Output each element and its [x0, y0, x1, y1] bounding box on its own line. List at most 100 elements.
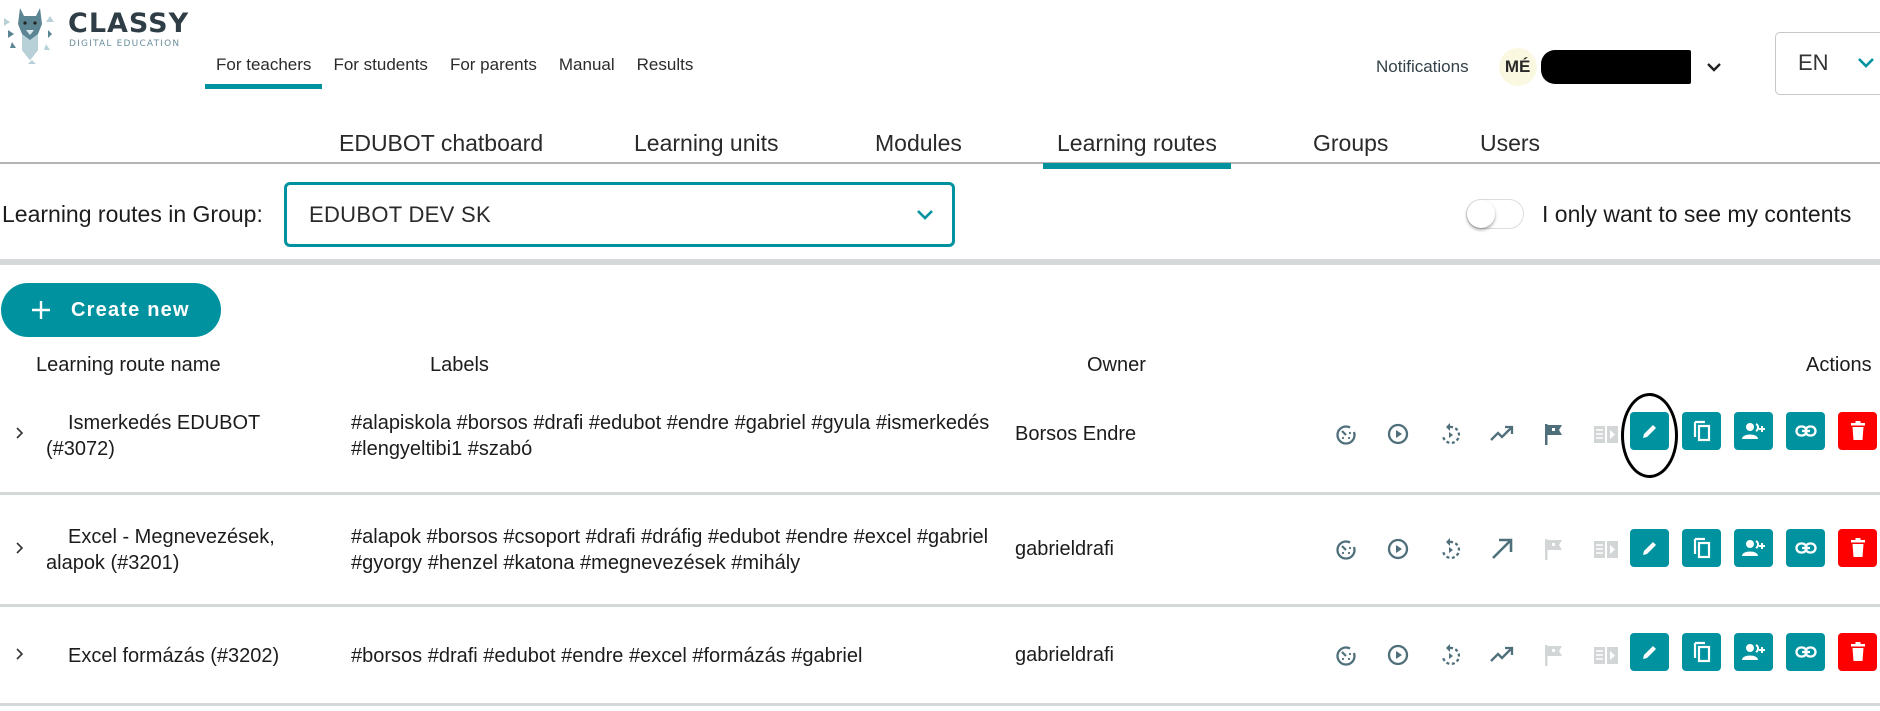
- group-select-value: EDUBOT DEV SK: [309, 202, 491, 227]
- timer-icon[interactable]: [1320, 643, 1372, 667]
- column-header-owner: Owner: [1087, 354, 1146, 376]
- pencil-icon: [1642, 542, 1656, 555]
- flag-icon[interactable]: [1528, 643, 1580, 667]
- flag-icon[interactable]: [1528, 422, 1580, 446]
- my-contents-toggle-group: I only want to see my contents: [1466, 199, 1851, 229]
- brand-tagline: DIGITAL EDUCATION: [69, 39, 181, 49]
- top-nav-for-teachers[interactable]: For teachers: [205, 52, 323, 89]
- replay-icon[interactable]: [1424, 643, 1476, 667]
- flag-icon-glyph: [1545, 539, 1562, 560]
- top-nav-results[interactable]: Results: [626, 52, 705, 85]
- trending-up-icon[interactable]: [1476, 424, 1528, 444]
- delete-button[interactable]: [1838, 412, 1877, 450]
- username-redacted[interactable]: [1540, 50, 1691, 84]
- chevron-down-icon: [917, 210, 933, 220]
- tab-groups[interactable]: Groups: [1313, 130, 1388, 157]
- language-code: EN: [1798, 50, 1829, 75]
- create-new-button[interactable]: Create new: [1, 283, 221, 337]
- column-header-actions: Actions: [1806, 354, 1872, 376]
- play-icon[interactable]: [1372, 643, 1424, 667]
- route-labels: #alapiskola #borsos #drafi #edubot #endr…: [351, 412, 990, 460]
- copy-icon: [1693, 537, 1710, 559]
- timer-icon[interactable]: [1320, 422, 1372, 446]
- book-play-icon[interactable]: [1580, 644, 1632, 666]
- link-button[interactable]: [1786, 412, 1825, 450]
- status-icons: [1320, 643, 1632, 667]
- language-select[interactable]: EN: [1775, 32, 1880, 95]
- chevron-right-icon[interactable]: [14, 426, 26, 440]
- link-icon: [1794, 646, 1817, 658]
- link-button[interactable]: [1786, 529, 1825, 567]
- play-icon[interactable]: [1372, 537, 1424, 561]
- chevron-right-icon[interactable]: [14, 541, 26, 555]
- copy-icon: [1693, 641, 1710, 663]
- chevron-down-icon[interactable]: [1705, 58, 1723, 76]
- add-users-icon: [1741, 540, 1765, 556]
- tab-modules[interactable]: Modules: [875, 130, 962, 157]
- add-users-icon: [1741, 423, 1765, 439]
- avatar[interactable]: MÉ: [1498, 48, 1537, 86]
- delete-button[interactable]: [1838, 529, 1877, 567]
- flag-icon[interactable]: [1528, 537, 1580, 561]
- top-nav-for-parents[interactable]: For parents: [439, 52, 548, 85]
- add-users-button[interactable]: [1734, 529, 1773, 567]
- table-row: Excel formázás (#3202) #borsos #drafi #e…: [0, 607, 1880, 706]
- book-play-icon-glyph: [1594, 426, 1618, 443]
- edit-button[interactable]: [1630, 633, 1669, 671]
- chevron-down-icon: [1858, 58, 1874, 68]
- route-owner: Borsos Endre: [1015, 423, 1137, 445]
- add-users-icon: [1741, 644, 1765, 660]
- tab-learning-units[interactable]: Learning units: [634, 130, 779, 157]
- trash-icon: [1850, 642, 1865, 661]
- trending-up-icon[interactable]: [1476, 645, 1528, 665]
- edit-button[interactable]: [1630, 412, 1669, 450]
- classy-logo[interactable]: CLASSY DIGITAL EDUCATION: [0, 4, 200, 64]
- notifications-link[interactable]: Notifications: [1376, 57, 1469, 77]
- copy-button[interactable]: [1682, 412, 1721, 450]
- add-users-button[interactable]: [1734, 633, 1773, 671]
- tab-learning-routes[interactable]: Learning routes: [1043, 130, 1231, 169]
- link-button[interactable]: [1786, 633, 1825, 671]
- play-icon-glyph: [1387, 423, 1409, 445]
- row-actions: [1630, 529, 1877, 567]
- play-icon[interactable]: [1372, 422, 1424, 446]
- add-users-button[interactable]: [1734, 412, 1773, 450]
- book-play-icon-glyph: [1594, 647, 1618, 664]
- delete-button[interactable]: [1838, 633, 1877, 671]
- book-play-icon[interactable]: [1580, 538, 1632, 560]
- route-labels: #alapok #borsos #csoport #drafi #dráfig …: [351, 526, 989, 574]
- book-play-icon[interactable]: [1580, 423, 1632, 445]
- trending-up-icon[interactable]: [1476, 536, 1528, 562]
- toggle-knob: [1467, 200, 1495, 228]
- timer-icon[interactable]: [1320, 537, 1372, 561]
- top-nav: For teachers For students For parents Ma…: [205, 52, 705, 89]
- route-name[interactable]: Ismerkedés EDUBOT (#3072): [46, 410, 306, 462]
- replay-icon-glyph: [1441, 423, 1461, 445]
- route-owner: gabrieldrafi: [1015, 644, 1114, 666]
- top-nav-for-students[interactable]: For students: [322, 52, 439, 85]
- route-name[interactable]: Excel formázás (#3202): [46, 643, 306, 669]
- route-owner: gabrieldrafi: [1015, 538, 1114, 560]
- edit-button[interactable]: [1630, 529, 1669, 567]
- link-icon: [1794, 425, 1817, 437]
- column-header-name: Learning route name: [36, 354, 221, 376]
- tab-users[interactable]: Users: [1480, 130, 1540, 157]
- copy-button[interactable]: [1682, 529, 1721, 567]
- row-actions: [1630, 412, 1877, 450]
- group-select[interactable]: EDUBOT DEV SK: [284, 182, 955, 247]
- my-contents-toggle[interactable]: [1466, 199, 1524, 229]
- replay-icon[interactable]: [1424, 422, 1476, 446]
- copy-button[interactable]: [1682, 633, 1721, 671]
- chevron-right-icon[interactable]: [14, 647, 26, 661]
- flag-icon-glyph: [1545, 645, 1562, 666]
- tab-edubot-chatboard[interactable]: EDUBOT chatboard: [339, 130, 543, 157]
- group-filter-label: Learning routes in Group:: [2, 201, 263, 227]
- trending-up-icon-glyph: [1492, 538, 1513, 559]
- book-play-icon-glyph: [1594, 541, 1618, 558]
- route-name[interactable]: Excel - Megnevezések, alapok (#3201): [46, 524, 306, 576]
- replay-icon[interactable]: [1424, 537, 1476, 561]
- section-tabs: EDUBOT chatboard Learning units Modules …: [0, 120, 1880, 169]
- my-contents-toggle-label: I only want to see my contents: [1542, 200, 1852, 227]
- top-nav-manual[interactable]: Manual: [548, 52, 626, 85]
- status-icons: [1320, 536, 1632, 562]
